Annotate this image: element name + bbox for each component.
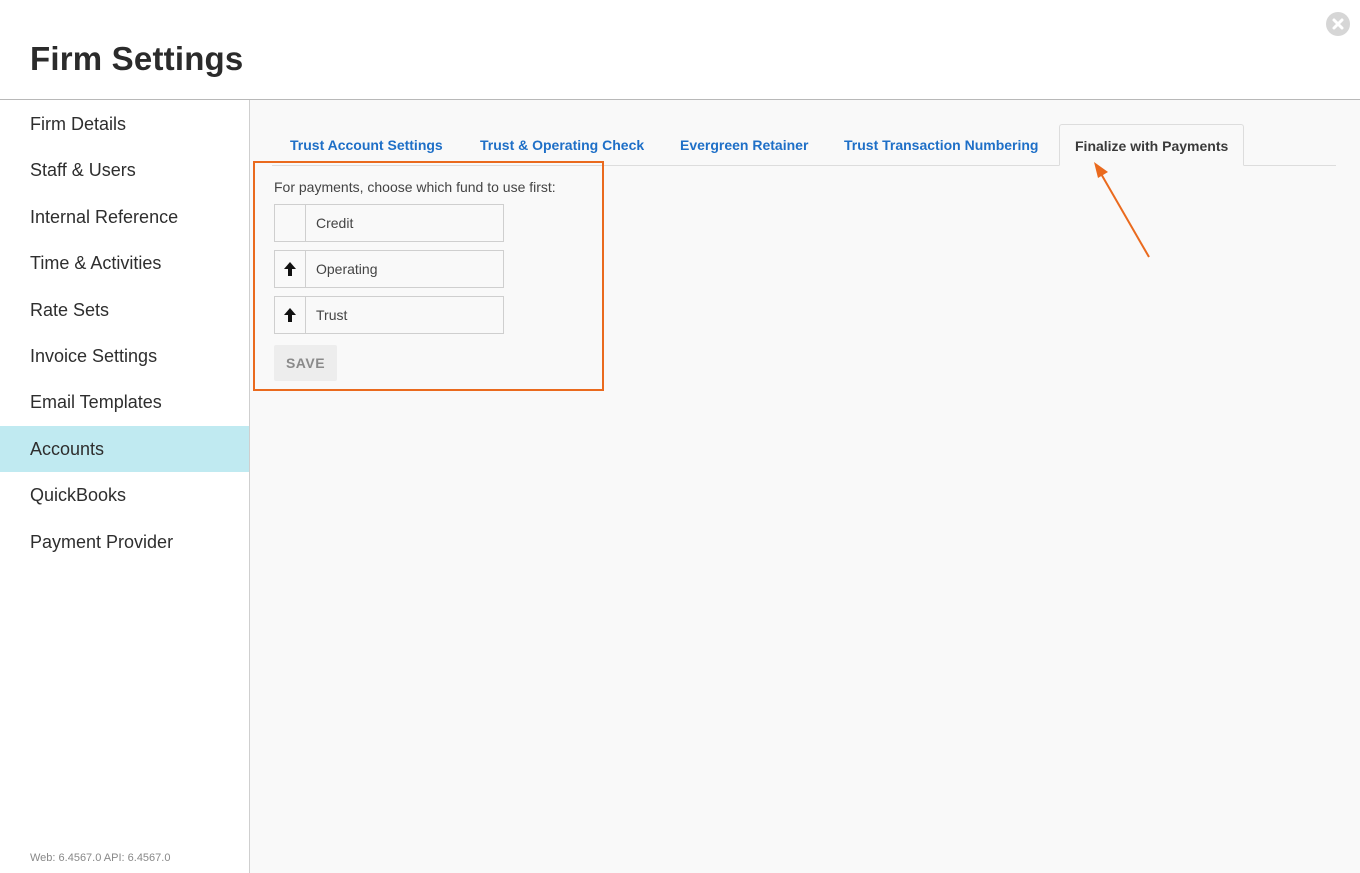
sidebar: Firm Details Staff & Users Internal Refe… <box>0 100 250 873</box>
sidebar-item-time-activities[interactable]: Time & Activities <box>0 240 249 286</box>
main-content: Trust Account Settings Trust & Operating… <box>250 100 1360 873</box>
version-label: Web: 6.4567.0 API: 6.4567.0 <box>30 852 171 864</box>
fund-order-instruction: For payments, choose which fund to use f… <box>274 179 556 195</box>
fund-arrow-slot-empty <box>275 205 306 241</box>
tab-trust-transaction-numbering[interactable]: Trust Transaction Numbering <box>844 124 1038 166</box>
sidebar-item-rate-sets[interactable]: Rate Sets <box>0 287 249 333</box>
move-up-button[interactable] <box>275 297 306 333</box>
sidebar-item-payment-provider[interactable]: Payment Provider <box>0 519 249 565</box>
move-up-button[interactable] <box>275 251 306 287</box>
fund-label: Credit <box>316 215 354 231</box>
sidebar-item-staff-users[interactable]: Staff & Users <box>0 147 249 193</box>
tab-evergreen-retainer[interactable]: Evergreen Retainer <box>680 124 808 166</box>
arrow-up-icon <box>284 308 296 322</box>
fund-label: Operating <box>316 261 378 277</box>
close-icon[interactable] <box>1326 12 1350 36</box>
page-title: Firm Settings <box>30 40 244 77</box>
save-button[interactable]: SAVE <box>274 345 337 381</box>
fund-row-operating: Operating <box>274 250 504 288</box>
arrow-up-icon <box>284 262 296 276</box>
sidebar-item-accounts[interactable]: Accounts <box>0 426 249 472</box>
fund-label: Trust <box>316 307 348 323</box>
sidebar-item-invoice-settings[interactable]: Invoice Settings <box>0 333 249 379</box>
sidebar-item-email-templates[interactable]: Email Templates <box>0 379 249 425</box>
header: Firm Settings <box>0 0 1360 100</box>
sidebar-item-firm-details[interactable]: Firm Details <box>0 101 249 147</box>
tab-trust-operating-check[interactable]: Trust & Operating Check <box>480 124 644 166</box>
tab-finalize-with-payments[interactable]: Finalize with Payments <box>1059 124 1245 166</box>
fund-row-trust: Trust <box>274 296 504 334</box>
sidebar-item-internal-reference[interactable]: Internal Reference <box>0 194 249 240</box>
close-x-glyph <box>1332 18 1344 30</box>
fund-row-credit: Credit <box>274 204 504 242</box>
sidebar-item-quickbooks[interactable]: QuickBooks <box>0 472 249 518</box>
tab-trust-account-settings[interactable]: Trust Account Settings <box>290 124 443 166</box>
